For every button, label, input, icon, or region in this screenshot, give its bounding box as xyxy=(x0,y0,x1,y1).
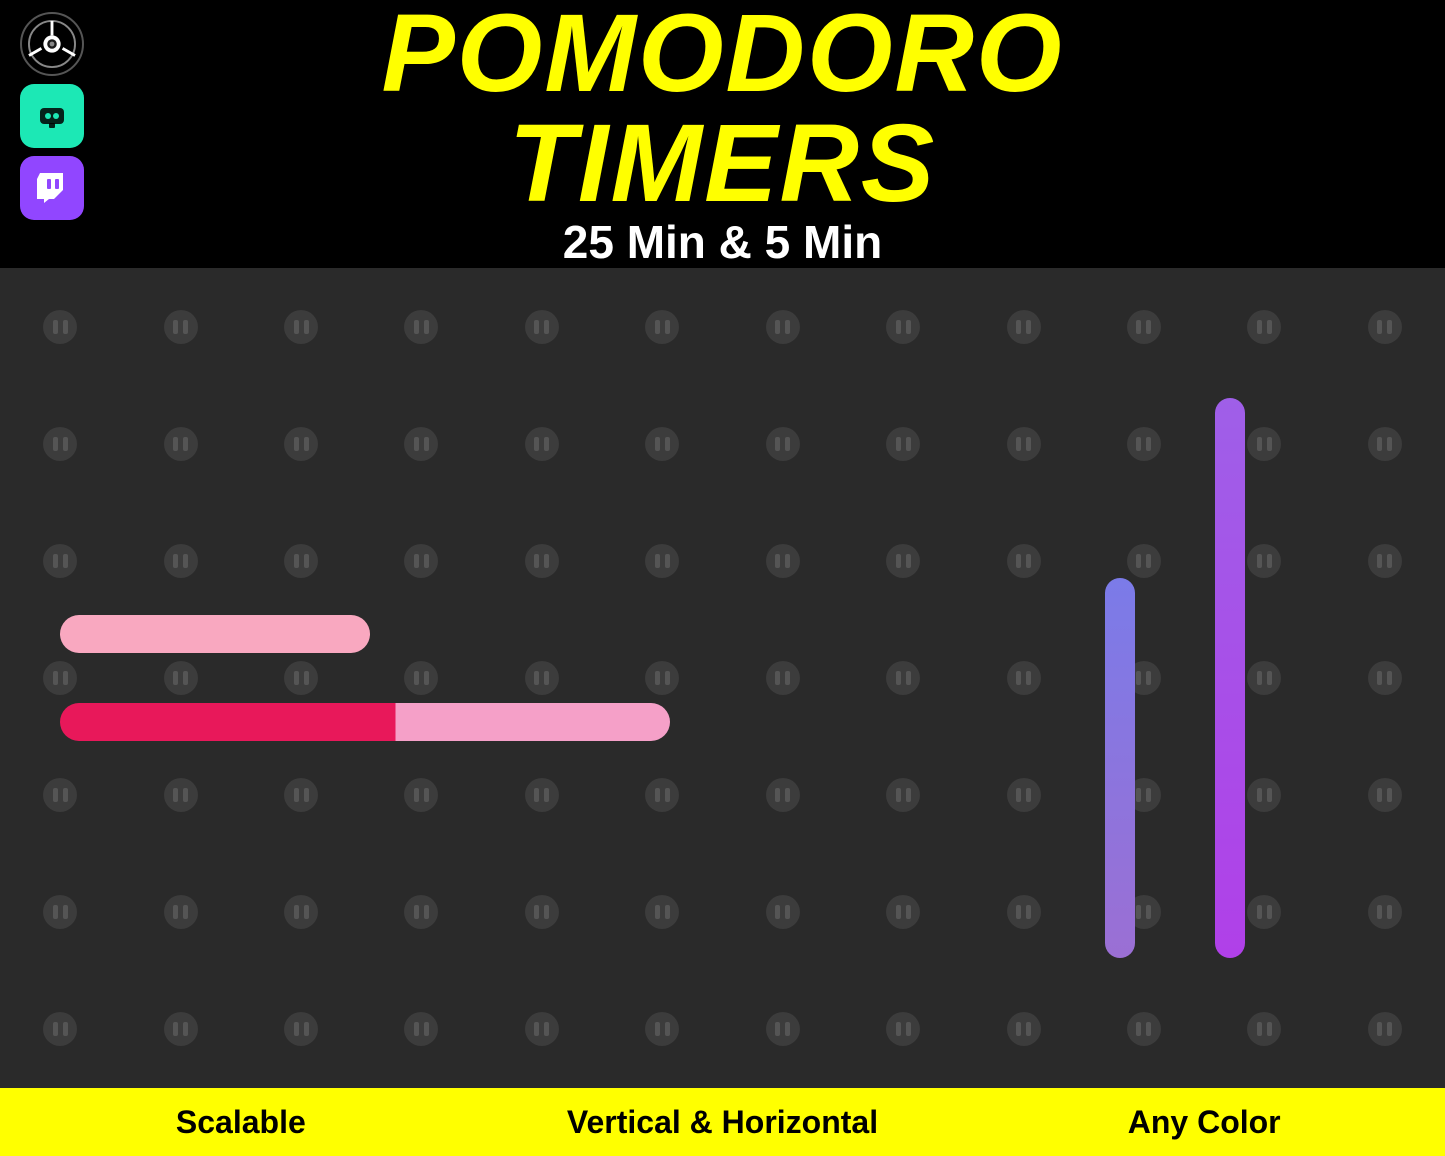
streamlabs-icon xyxy=(32,96,72,136)
main-content xyxy=(0,268,1445,1088)
title-line1: POMODORO xyxy=(381,0,1063,109)
footer-color: Any Color xyxy=(963,1104,1445,1141)
horizontal-bars xyxy=(60,615,670,741)
header: POMODORO TIMERS 25 Min & 5 Min xyxy=(0,0,1445,268)
short-purple-vbar xyxy=(1105,578,1135,958)
footer-scalable: Scalable xyxy=(0,1104,482,1141)
vertical-bars xyxy=(1105,398,1245,958)
footer-orientation: Vertical & Horizontal xyxy=(482,1104,964,1141)
obs-icon-box xyxy=(20,12,84,76)
twitch-icon xyxy=(33,169,71,207)
header-text: POMODORO TIMERS 25 Min & 5 Min xyxy=(381,0,1063,269)
app-icons xyxy=(20,12,84,220)
footer: Scalable Vertical & Horizontal Any Color xyxy=(0,1088,1445,1156)
subtitle: 25 Min & 5 Min xyxy=(381,215,1063,269)
long-purple-vbar xyxy=(1215,398,1245,958)
streamlabs-icon-box xyxy=(20,84,84,148)
title-line2: TIMERS xyxy=(381,109,1063,219)
short-pink-bar xyxy=(60,615,370,653)
long-gradient-bar xyxy=(60,703,670,741)
timers-area xyxy=(0,268,1445,1088)
twitch-icon-box xyxy=(20,156,84,220)
obs-icon xyxy=(28,20,76,68)
